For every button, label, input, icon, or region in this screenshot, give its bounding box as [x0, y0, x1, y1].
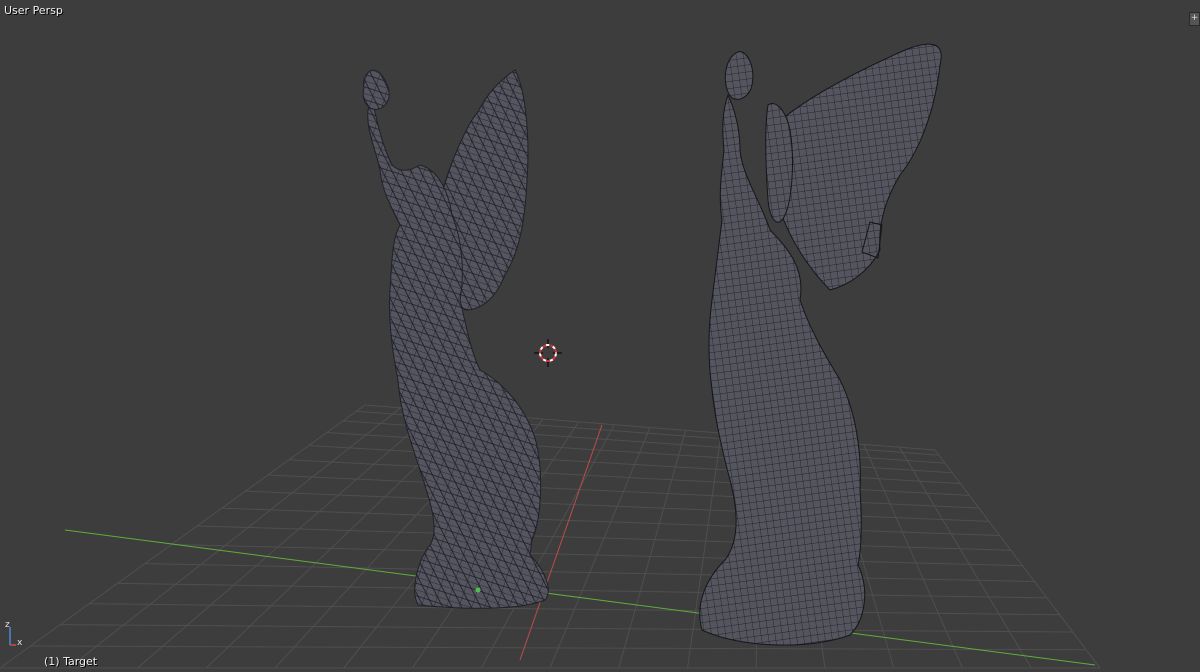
object-origin-dot[interactable]: [475, 587, 481, 593]
3d-viewport[interactable]: x z User Persp (1) Target +: [0, 0, 1200, 672]
axis-gizmo-z-label: z: [5, 620, 10, 630]
axis-gizmo: x z: [5, 620, 23, 648]
source-wing: [765, 43, 942, 291]
floor-grid: [0, 404, 1101, 669]
view-name-label: User Persp: [4, 4, 63, 17]
axis-gizmo-x-label: x: [17, 638, 23, 648]
area-split-widget[interactable]: +: [1189, 12, 1200, 26]
active-object-label: (1) Target: [44, 655, 98, 668]
3d-cursor-icon[interactable]: [534, 339, 562, 367]
source-statue-mesh[interactable]: [699, 43, 942, 646]
viewport-canvas[interactable]: x z: [0, 0, 1200, 672]
target-statue-mesh[interactable]: [362, 69, 549, 609]
